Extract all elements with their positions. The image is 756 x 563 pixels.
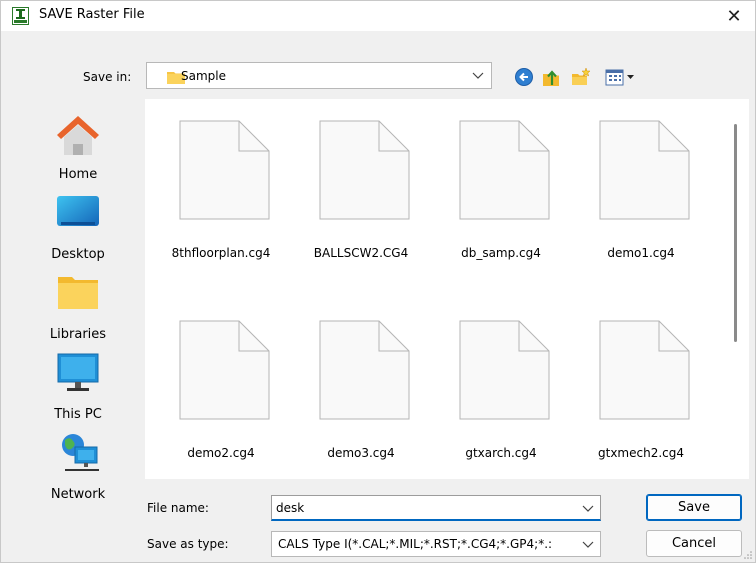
place-label: Network (50, 487, 106, 502)
this-pc-icon (57, 353, 99, 391)
chevron-down-icon (472, 72, 484, 79)
back-icon[interactable] (514, 67, 534, 87)
place-network[interactable]: Network (15, 431, 141, 507)
document-icon (319, 120, 410, 220)
save-raster-file-dialog: SAVE Raster File ✕ Save in: Sample Home … (0, 0, 756, 563)
file-item[interactable]: demo2.cg4 (146, 300, 286, 470)
scrollbar-thumb[interactable] (734, 124, 737, 342)
file-name-label: File name: (147, 501, 209, 515)
file-name-label: demo2.cg4 (187, 446, 255, 460)
save-as-type-value: CALS Type I(*.CAL;*.MIL;*.RST;*.CG4;*.GP… (278, 537, 553, 551)
title-bar: SAVE Raster File ✕ (1, 1, 755, 31)
file-name-combo[interactable] (271, 495, 601, 521)
save-as-type-dropdown[interactable]: CALS Type I(*.CAL;*.MIL;*.RST;*.CG4;*.GP… (271, 531, 601, 557)
file-item[interactable]: 8thfloorplan.cg4 (146, 100, 286, 270)
place-label: Home (58, 167, 98, 182)
place-this-pc[interactable]: This PC (15, 351, 141, 427)
file-item[interactable]: db_samp.cg4 (426, 100, 566, 270)
file-item[interactable]: demo1.cg4 (566, 100, 706, 270)
close-button[interactable]: ✕ (713, 1, 755, 31)
chevron-down-icon (582, 541, 594, 548)
file-item[interactable]: gtxarch.cg4 (426, 300, 566, 470)
document-icon (599, 320, 690, 420)
save-as-type-label: Save as type: (147, 537, 229, 551)
save-in-dropdown[interactable]: Sample (146, 62, 492, 89)
cancel-button[interactable]: Cancel (646, 530, 742, 557)
place-label: This PC (54, 407, 102, 422)
document-icon (179, 120, 270, 220)
libraries-icon (58, 277, 98, 309)
file-item[interactable]: BALLSCW2.CG4 (286, 100, 426, 270)
new-folder-icon[interactable] (571, 67, 591, 87)
place-label: Desktop (51, 247, 105, 262)
document-icon (319, 320, 410, 420)
save-in-label: Save in: (83, 70, 132, 84)
places-bar: Home Desktop Libraries This PC Network (15, 99, 135, 502)
document-icon (459, 120, 550, 220)
place-label: Libraries (49, 327, 107, 342)
view-menu-icon[interactable] (605, 67, 637, 87)
save-in-value: Sample (181, 69, 226, 83)
close-icon: ✕ (726, 5, 742, 27)
document-icon (599, 120, 690, 220)
save-button[interactable]: Save (646, 494, 742, 521)
network-icon (62, 434, 99, 471)
document-icon (179, 320, 270, 420)
file-item[interactable]: gtxmech2.cg4 (566, 300, 706, 470)
file-name-label: BALLSCW2.CG4 (313, 246, 409, 260)
place-home[interactable]: Home (15, 111, 141, 187)
up-folder-icon[interactable] (541, 67, 561, 87)
window-title: SAVE Raster File (39, 7, 145, 22)
file-name-label: demo1.cg4 (607, 246, 675, 260)
file-name-label: 8thfloorplan.cg4 (171, 246, 271, 260)
file-name-input[interactable] (276, 499, 576, 517)
file-list[interactable]: 8thfloorplan.cg4 BALLSCW2.CG4 db_samp.cg… (145, 99, 749, 479)
file-name-label: demo3.cg4 (327, 446, 395, 460)
file-name-label: gtxmech2.cg4 (598, 446, 684, 460)
file-name-label: gtxarch.cg4 (465, 446, 537, 460)
document-icon (459, 320, 550, 420)
file-item[interactable]: demo3.cg4 (286, 300, 426, 470)
home-icon (57, 116, 99, 155)
file-list-scrollbar[interactable] (729, 99, 743, 479)
place-desktop[interactable]: Desktop (15, 191, 141, 267)
chevron-down-icon[interactable] (581, 501, 595, 515)
file-name-label: db_samp.cg4 (461, 246, 541, 260)
app-icon (12, 7, 29, 25)
resize-grip-icon[interactable] (743, 550, 753, 560)
desktop-icon (57, 196, 99, 226)
place-libraries[interactable]: Libraries (15, 271, 141, 347)
